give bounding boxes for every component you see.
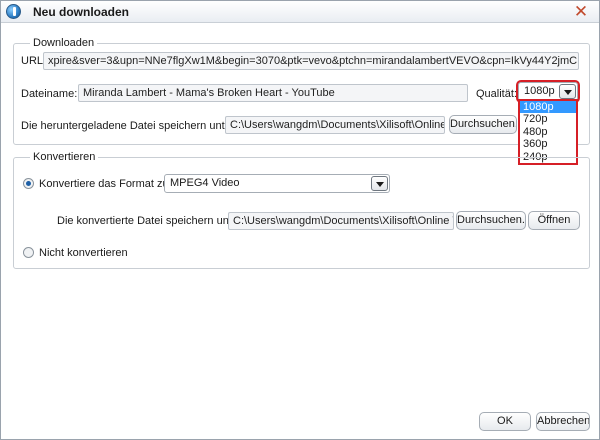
convert-radio[interactable] [23,178,34,189]
convert-group-legend: Konvertieren [33,151,96,163]
quality-option[interactable]: 1080p [520,101,576,114]
quality-option[interactable]: 720p [520,113,576,125]
quality-label: Qualität: [476,88,517,100]
url-input[interactable]: xpire&sver=3&upn=NNe7flgXw1M&begin=3070&… [43,52,579,70]
cancel-button[interactable]: Abbrechen [536,412,590,431]
quality-option[interactable]: 360p [520,138,576,150]
convert-save-label: Die konvertierte Datei speichern unter: [57,215,245,227]
no-convert-label[interactable]: Nicht konvertieren [39,247,128,259]
download-browse-button[interactable]: Durchsuchen... [449,115,517,134]
quality-option[interactable]: 480p [520,126,576,138]
no-convert-radio[interactable] [23,247,34,258]
filename-label: Dateiname: [21,88,78,100]
close-icon[interactable]: ✕ [572,3,590,20]
title-bar: Neu downloaden ✕ [1,1,599,23]
download-save-label: Die heruntergeladene Datei speichern unt… [21,120,238,132]
convert-option-label[interactable]: Konvertiere das Format zu: [39,178,172,190]
open-button[interactable]: Öffnen [528,211,580,230]
quality-selected-value: 1080p [524,85,555,97]
download-globe-icon [6,4,21,19]
convert-save-path[interactable]: C:\Users\wangdm\Documents\Xilisoft\Onlin… [228,212,454,230]
download-group-legend: Downloaden [33,37,95,49]
download-save-path[interactable]: C:\Users\wangdm\Documents\Xilisoft\Onlin… [225,116,445,134]
dialog-title: Neu downloaden [33,5,129,19]
filename-input[interactable]: Miranda Lambert - Mama's Broken Heart - … [78,84,468,102]
new-download-dialog: Neu downloaden ✕ Downloaden URL: xpire&s… [0,0,600,440]
chevron-down-icon[interactable] [559,84,576,99]
convert-browse-button[interactable]: Durchsuchen... [456,211,526,230]
ok-button[interactable]: OK [479,412,531,431]
chevron-down-icon[interactable] [371,176,388,191]
format-select[interactable]: MPEG4 Video [164,174,390,193]
format-selected-value: MPEG4 Video [170,177,240,189]
